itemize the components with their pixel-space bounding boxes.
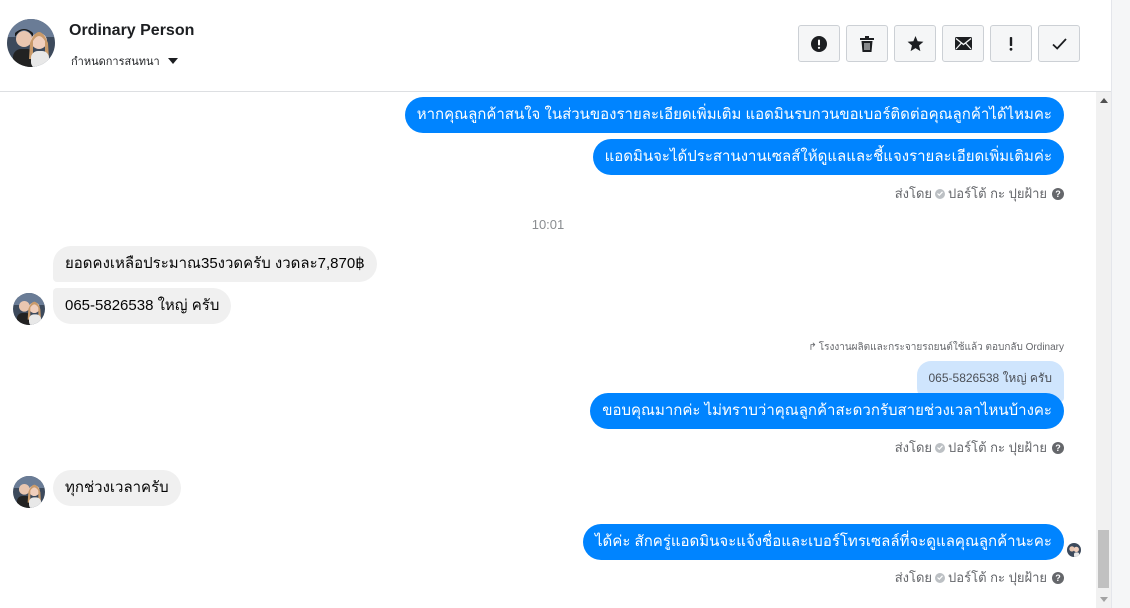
outgoing-message[interactable]: ขอบคุณมากค่ะ ไม่ทราบว่าคุณลูกค้าสะดวกรับ… — [590, 393, 1064, 429]
message-text: หากคุณลูกค้าสนใจ ในส่วนของรายละเอียดเพิ่… — [416, 106, 1052, 123]
scrollbar-thumb[interactable] — [1098, 530, 1109, 588]
envelope-icon — [954, 37, 972, 50]
reply-note: ↱ โรงงานผลิตและกระจายรถยนต์ใช้แล้ว ตอบกล… — [808, 340, 1064, 355]
right-panel-edge — [1111, 0, 1130, 608]
scroll-down-arrow-icon[interactable] — [1100, 597, 1108, 602]
reply-arrow-icon: ↱ — [808, 342, 817, 353]
star-icon — [907, 35, 923, 51]
sender-avatar[interactable] — [13, 293, 45, 325]
verified-check-icon — [935, 442, 946, 453]
alert-circle-icon — [811, 35, 827, 52]
sent-by-info: ส่งโดย ปอร์โต้ กะ ปุยฝ้าย ? — [895, 183, 1064, 204]
conversation-settings-label: กำหนดการสนทนา — [71, 56, 160, 68]
message-text: 065-5826538 ใหญ่ ครับ — [65, 297, 220, 314]
important-button[interactable] — [990, 25, 1032, 62]
message-list-scrollbar[interactable] — [1096, 92, 1111, 608]
conversation-settings-dropdown[interactable]: กำหนดการสนทนา — [71, 52, 178, 70]
mark-done-button[interactable] — [1038, 25, 1080, 62]
seen-avatar — [1067, 543, 1081, 557]
sent-by-info: ส่งโดย ปอร์โต้ กะ ปุยฝ้าย ? — [895, 437, 1064, 458]
delete-button[interactable] — [846, 25, 888, 62]
outgoing-message[interactable]: ได้ค่ะ สักครู่แอดมินจะแจ้งชื่อและเบอร์โท… — [583, 524, 1064, 560]
exclamation-icon — [1009, 36, 1013, 51]
conversation-toolbar — [798, 25, 1080, 62]
message-timestamp: 10:01 — [531, 217, 565, 232]
message-list[interactable]: หากคุณลูกค้าสนใจ ในส่วนของรายละเอียดเพิ่… — [0, 92, 1096, 608]
message-text: ยอดคงเหลือประมาณ35งวดครับ งวดละ7,870฿ — [65, 255, 365, 272]
message-text: แอดมินจะได้ประสานงานเซลส์ให้ดูแลและชี้แจ… — [604, 148, 1052, 165]
sent-by-info: ส่งโดย ปอร์โต้ กะ ปุยฝ้าย ? — [895, 567, 1064, 588]
outgoing-message[interactable]: หากคุณลูกค้าสนใจ ในส่วนของรายละเอียดเพิ่… — [404, 97, 1064, 133]
message-text: ทุกช่วงเวลาครับ — [65, 479, 169, 496]
help-icon[interactable]: ? — [1052, 441, 1064, 454]
sender-name[interactable]: ปอร์โต้ กะ ปุยฝ้าย — [948, 567, 1047, 588]
checkmark-icon — [1051, 37, 1067, 50]
verified-check-icon — [935, 188, 946, 199]
sender-name[interactable]: ปอร์โต้ กะ ปุยฝ้าย — [948, 183, 1047, 204]
caret-down-icon — [167, 58, 178, 64]
help-icon[interactable]: ? — [1052, 571, 1064, 584]
verified-check-icon — [935, 572, 946, 583]
sender-name[interactable]: ปอร์โต้ กะ ปุยฝ้าย — [948, 437, 1047, 458]
sender-avatar[interactable] — [13, 476, 45, 508]
contact-name[interactable]: Ordinary Person — [69, 22, 194, 40]
incoming-message[interactable]: 065-5826538 ใหญ่ ครับ — [53, 288, 232, 324]
outgoing-message[interactable]: แอดมินจะได้ประสานงานเซลส์ให้ดูแลและชี้แจ… — [592, 139, 1064, 175]
contact-avatar[interactable] — [7, 19, 55, 67]
reply-note-text: โรงงานผลิตและกระจายรถยนต์ใช้แล้ว ตอบกลับ… — [818, 342, 1064, 353]
help-icon[interactable]: ? — [1052, 187, 1064, 200]
mark-unread-button[interactable] — [942, 25, 984, 62]
incoming-message[interactable]: ทุกช่วงเวลาครับ — [53, 470, 181, 506]
quoted-text: 065-5826538 ใหญ่ ครับ — [928, 371, 1053, 385]
message-text: ขอบคุณมากค่ะ ไม่ทราบว่าคุณลูกค้าสะดวกรับ… — [602, 402, 1052, 419]
trash-icon — [860, 35, 874, 52]
star-button[interactable] — [894, 25, 936, 62]
sent-by-label: ส่งโดย — [894, 570, 933, 585]
incoming-message[interactable]: ยอดคงเหลือประมาณ35งวดครับ งวดละ7,870฿ — [53, 246, 377, 282]
sent-by-label: ส่งโดย — [894, 440, 933, 455]
conversation-header: Ordinary Person กำหนดการสนทนา — [0, 0, 1111, 92]
report-button[interactable] — [798, 25, 840, 62]
scroll-up-arrow-icon[interactable] — [1100, 98, 1108, 103]
message-text: ได้ค่ะ สักครู่แอดมินจะแจ้งชื่อและเบอร์โท… — [595, 533, 1052, 550]
sent-by-label: ส่งโดย — [894, 186, 933, 201]
